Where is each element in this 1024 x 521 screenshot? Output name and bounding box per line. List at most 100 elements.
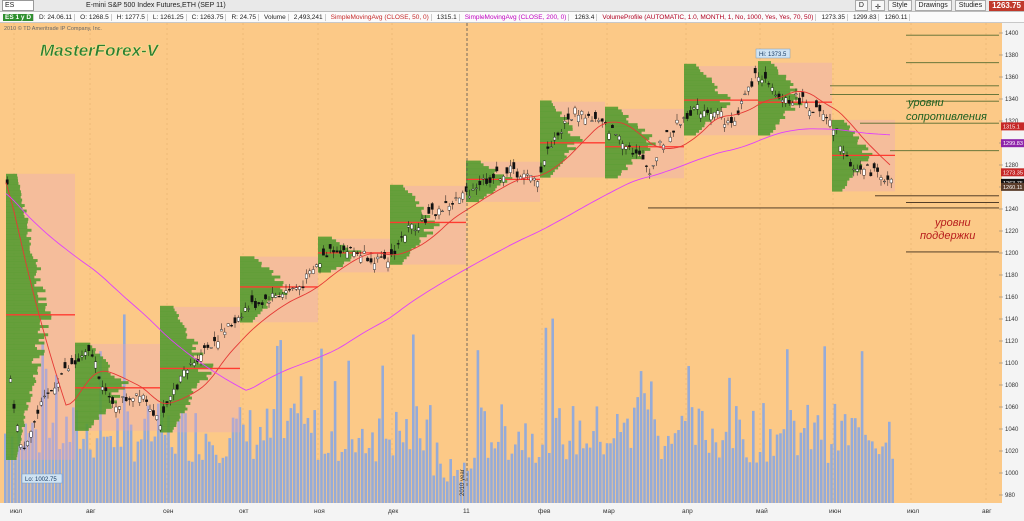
volume-bar — [476, 350, 480, 503]
volume-bar — [133, 461, 136, 503]
volume-bar — [602, 454, 605, 503]
candle-body — [849, 161, 852, 167]
profile-bin — [318, 258, 351, 262]
candle-body — [723, 124, 727, 128]
volume-bar — [718, 457, 721, 503]
price-tick-label: 1020 — [1005, 449, 1019, 455]
volume-bar — [639, 371, 643, 503]
volume-bar — [412, 334, 415, 503]
drawings-button[interactable]: Drawings — [914, 0, 952, 11]
profile-bin — [605, 142, 656, 146]
volume-bar — [350, 439, 354, 503]
volume-bar — [531, 433, 534, 503]
symbol-input[interactable]: ES — [2, 0, 34, 11]
volume-bar — [728, 377, 731, 503]
profile-bin — [390, 201, 420, 205]
candle-body — [206, 344, 210, 348]
candle-body — [77, 358, 81, 362]
candle-body — [199, 354, 203, 362]
profile-bin — [6, 393, 33, 397]
month-label: ноя — [314, 508, 325, 515]
profile-bin — [160, 424, 177, 427]
crosshair-button[interactable]: ✛ — [870, 0, 885, 11]
candle-body — [305, 273, 308, 279]
profile-bin — [758, 124, 776, 128]
candle-body — [175, 384, 179, 390]
profile-bin — [832, 119, 845, 123]
chart-area[interactable]: 1400138013601340132013001280126012401220… — [0, 23, 1024, 518]
price-chart[interactable]: 1400138013601340132013001280126012401220… — [0, 23, 1024, 518]
candle-body — [291, 287, 295, 289]
profile-bin — [6, 283, 35, 287]
volume-bar — [724, 431, 728, 503]
month-label: июн — [829, 508, 842, 515]
profile-bin — [605, 169, 622, 173]
candle-body — [444, 201, 448, 204]
candle-body — [281, 293, 284, 298]
profile-bin — [240, 264, 262, 268]
sma200-study[interactable]: SimpleMovingAvg (CLOSE, 200, 0) — [463, 13, 570, 21]
candle-body — [515, 171, 519, 178]
candle-body — [706, 109, 710, 113]
profile-bin — [6, 281, 37, 284]
profile-bin — [6, 286, 43, 290]
candle-body — [284, 290, 288, 294]
volume-bar — [425, 419, 429, 503]
volume-bar — [255, 444, 259, 503]
candle-body — [236, 317, 240, 322]
candle-body — [328, 244, 332, 249]
volume-bar — [435, 442, 439, 503]
profile-bin — [6, 294, 39, 298]
volume-bar — [401, 442, 405, 503]
volume-bar — [439, 463, 442, 503]
candle-body — [420, 218, 424, 221]
month-label: авг — [86, 508, 96, 515]
volume-bar — [364, 453, 367, 503]
bar-high: H: 1277.5 — [115, 13, 148, 21]
profile-bin — [6, 396, 31, 400]
period-button[interactable]: D — [854, 0, 868, 11]
candle-body — [369, 258, 373, 263]
candle-body — [192, 362, 196, 366]
profile-bin — [6, 432, 22, 436]
candle-body — [815, 100, 818, 108]
candle-body — [332, 250, 335, 253]
candle-body — [87, 344, 91, 351]
candle-body — [587, 113, 591, 116]
profile-bin — [605, 161, 633, 165]
candle-body — [828, 119, 832, 127]
candle-body — [107, 396, 111, 398]
profile-bin — [605, 112, 623, 116]
candle-body — [94, 361, 98, 369]
profile-bin — [240, 314, 258, 317]
candle-body — [50, 390, 53, 392]
profile-bin — [160, 388, 192, 392]
style-button[interactable]: Style — [887, 0, 912, 11]
profile-bin — [390, 245, 416, 249]
candle-body — [373, 263, 376, 270]
candle-body — [563, 120, 567, 124]
candle-body — [33, 421, 36, 423]
profile-bin — [6, 292, 38, 295]
studies-button[interactable]: Studies — [954, 0, 987, 11]
volume-label: Volume — [262, 13, 289, 21]
profile-bin — [758, 113, 784, 117]
profile-bin — [540, 138, 583, 142]
profile-bin — [390, 248, 412, 251]
symbol-timeframe[interactable]: ES 1 y D — [3, 13, 35, 21]
profile-bin — [160, 377, 208, 381]
volume-profile-study[interactable]: VolumeProfile (AUTOMATIC, 1.0, MONTH, 1,… — [600, 13, 817, 21]
sma50-study[interactable]: SimpleMovingAvg (CLOSE, 50, 0) — [329, 13, 432, 21]
profile-bin — [6, 347, 38, 350]
profile-bin — [605, 147, 651, 151]
candle-body — [253, 301, 257, 308]
volume-bar — [446, 481, 449, 503]
month-label: июл — [10, 508, 22, 515]
candle-body — [461, 192, 465, 200]
month-label: авг — [982, 508, 992, 515]
volume-bar — [367, 447, 371, 503]
profile-bin — [832, 133, 854, 137]
profile-bin — [6, 352, 44, 356]
profile-bin — [6, 355, 40, 359]
profile-bin — [684, 121, 706, 125]
